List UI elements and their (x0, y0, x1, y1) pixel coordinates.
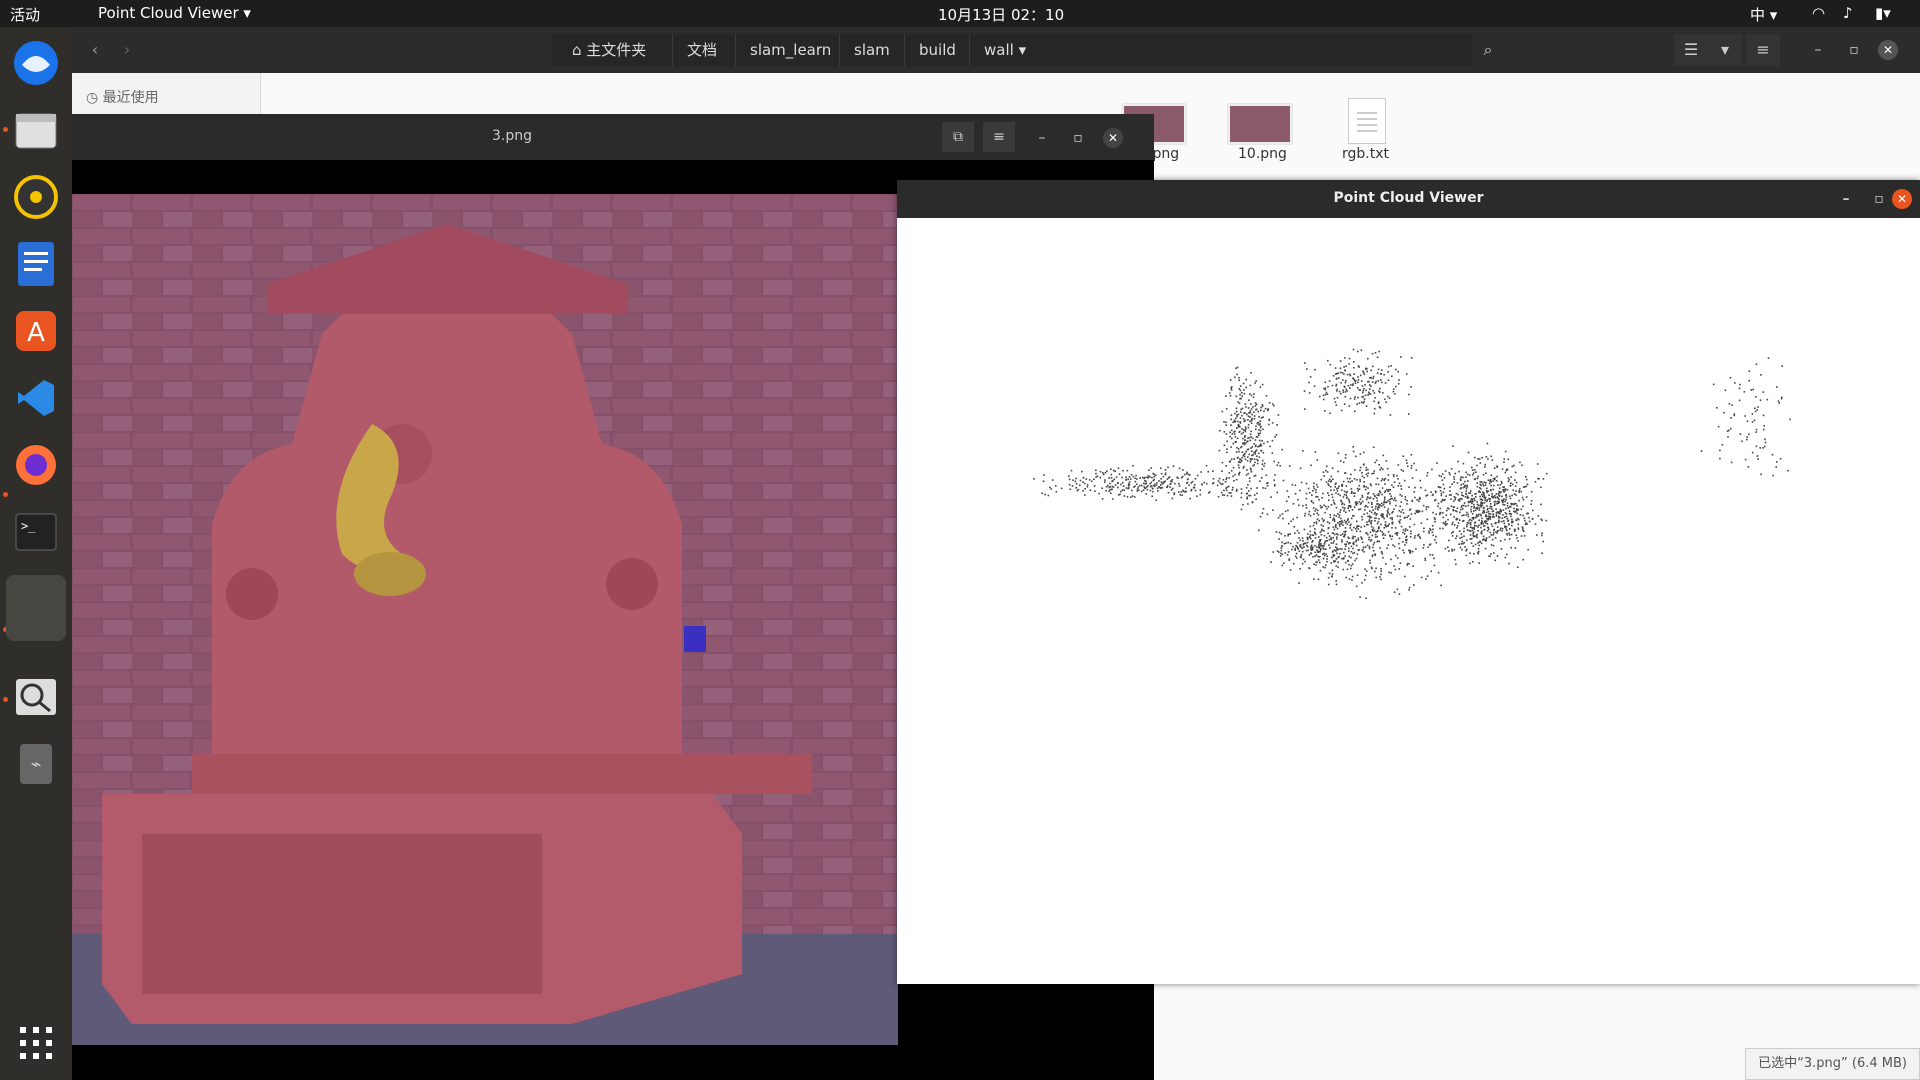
activities-button[interactable]: 活动 (10, 4, 40, 25)
maximize-button[interactable]: ▫ (1867, 187, 1891, 211)
chevron-down-icon: ▾ (1018, 41, 1027, 59)
blank-app-icon[interactable] (6, 575, 66, 641)
software-icon[interactable]: A (6, 301, 66, 361)
writer-icon[interactable] (6, 234, 66, 294)
input-method-label: 中 (1750, 6, 1766, 24)
minimize-button[interactable]: – (1806, 38, 1830, 62)
file-label: rgb.txt (1342, 146, 1389, 162)
home-icon: ⌂ (572, 41, 587, 59)
path-home-label: 主文件夹 (586, 41, 647, 59)
dock: A >_ ⌁ (0, 27, 72, 1080)
files-icon[interactable] (6, 100, 66, 160)
image-viewer-header: 3.png ⧉ ≡ – ▫ ✕ (72, 114, 1154, 160)
svg-text:A: A (27, 318, 45, 348)
fullscreen-icon[interactable]: ⧉ (942, 122, 974, 152)
maximize-button[interactable]: ▫ (1066, 126, 1090, 150)
app-grid-icon[interactable] (18, 1025, 54, 1061)
app-menu-button[interactable]: Point Cloud Viewer ▾ (98, 4, 251, 22)
back-button[interactable]: ‹ (80, 34, 110, 66)
file-manager-header: ‹ › ⌂ 主文件夹 文档 slam_learn slam build wall… (72, 27, 1920, 73)
maximize-button[interactable]: ▫ (1842, 38, 1866, 62)
fountain-photo (72, 194, 898, 1045)
path-build-button[interactable]: build (904, 34, 970, 66)
running-indicator (3, 492, 8, 497)
battery-icon[interactable]: ▮▾ (1875, 4, 1891, 22)
path-wall-button[interactable]: wall ▾ (969, 34, 1040, 66)
top-bar: 活动 Point Cloud Viewer ▾ 10月13日 02：10 中 ▾… (0, 0, 1920, 27)
minimize-button[interactable]: – (1834, 187, 1858, 211)
input-method-indicator[interactable]: 中 ▾ (1750, 4, 1777, 25)
file-label: 10.png (1238, 146, 1287, 162)
svg-text:⌁: ⌁ (31, 754, 42, 775)
file-thumbnail[interactable] (1228, 104, 1292, 144)
vscode-icon[interactable] (6, 368, 66, 428)
sidebar-item-label: 最近使用 (102, 90, 159, 106)
view-options-chevron-icon[interactable]: ▾ (1708, 34, 1742, 66)
path-documents-button[interactable]: 文档 (672, 34, 731, 66)
terminal-icon[interactable]: >_ (6, 502, 66, 562)
point-cloud-canvas[interactable] (897, 218, 1920, 984)
minimize-button[interactable]: – (1030, 126, 1054, 150)
text-file-icon[interactable] (1348, 98, 1386, 144)
firefox-icon[interactable] (6, 435, 66, 495)
path-slam-button[interactable]: slam (839, 34, 904, 66)
svg-text:>_: >_ (21, 519, 36, 533)
thunderbird-icon[interactable] (6, 33, 66, 93)
path-wall-label: wall (984, 41, 1014, 59)
list-view-icon[interactable]: ☰ (1674, 34, 1708, 66)
selection-status: 已选中“3.png” (6.4 MB) (1745, 1048, 1920, 1080)
point-cloud-viewer-title: Point Cloud Viewer (1333, 190, 1484, 206)
path-slam-learn-button[interactable]: slam_learn (735, 34, 845, 66)
menu-icon[interactable]: ≡ (1746, 34, 1780, 66)
app-menu-label: Point Cloud Viewer (98, 4, 239, 22)
close-button[interactable]: ✕ (1892, 189, 1912, 209)
volume-icon[interactable]: ♪ (1843, 4, 1853, 22)
usb-icon[interactable]: ⌁ (6, 734, 66, 794)
wifi-icon[interactable]: ◠ (1812, 4, 1825, 22)
path-home-button[interactable]: ⌂ 主文件夹 (558, 34, 660, 66)
sidebar-item-recent[interactable]: ◷ 最近使用 (86, 87, 159, 107)
clock-icon: ◷ (86, 90, 103, 106)
rhythmbox-icon[interactable] (6, 167, 66, 227)
close-button[interactable]: ✕ (1103, 128, 1123, 148)
magnifier-icon[interactable] (6, 667, 66, 727)
image-viewer-title: 3.png (492, 128, 533, 144)
close-button[interactable]: ✕ (1878, 40, 1898, 60)
point-cloud-viewer-header: Point Cloud Viewer – ▫ ✕ (897, 180, 1920, 218)
search-icon[interactable]: ⌕ (1472, 34, 1504, 66)
forward-button[interactable]: › (112, 34, 142, 66)
menu-icon[interactable]: ≡ (983, 122, 1015, 152)
clock[interactable]: 10月13日 02：10 (938, 4, 1064, 25)
point-cloud-viewer-window (897, 180, 1920, 984)
